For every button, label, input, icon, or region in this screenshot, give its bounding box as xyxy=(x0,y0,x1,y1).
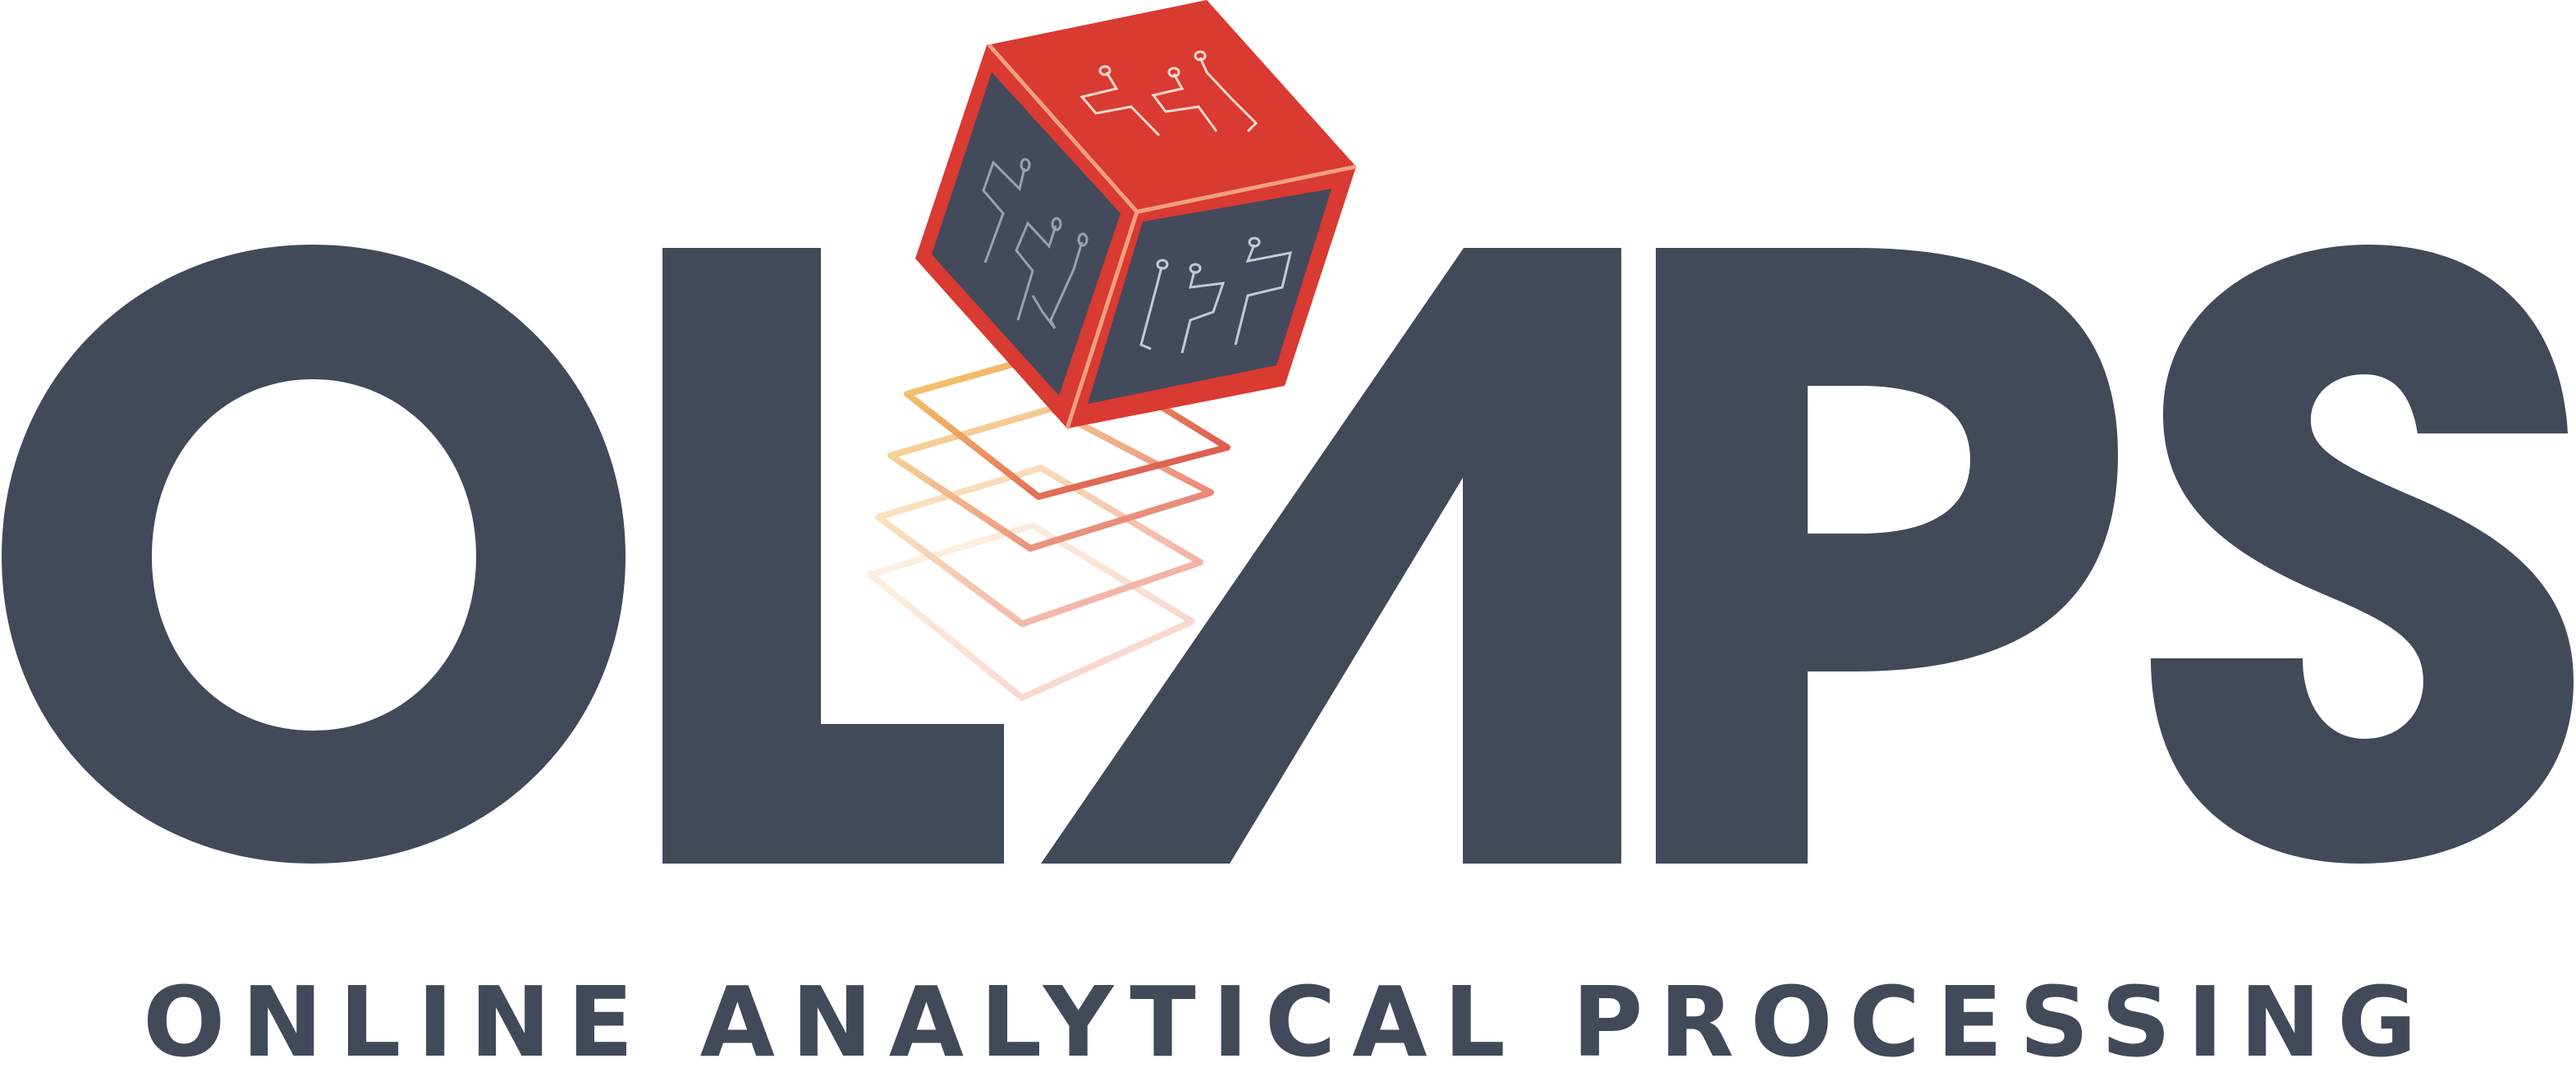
letter-p xyxy=(1656,248,2118,864)
letter-o xyxy=(2,245,626,864)
letter-s xyxy=(2151,245,2574,864)
data-cube-icon xyxy=(915,0,1357,429)
olaps-logo: ONLINE ANALYTICAL PROCESSING xyxy=(0,0,2576,1082)
logo-tagline: ONLINE ANALYTICAL PROCESSING xyxy=(143,965,2433,1079)
layer-2 xyxy=(887,406,1214,552)
logo-artwork xyxy=(2,0,2574,864)
letter-l xyxy=(662,248,1004,864)
